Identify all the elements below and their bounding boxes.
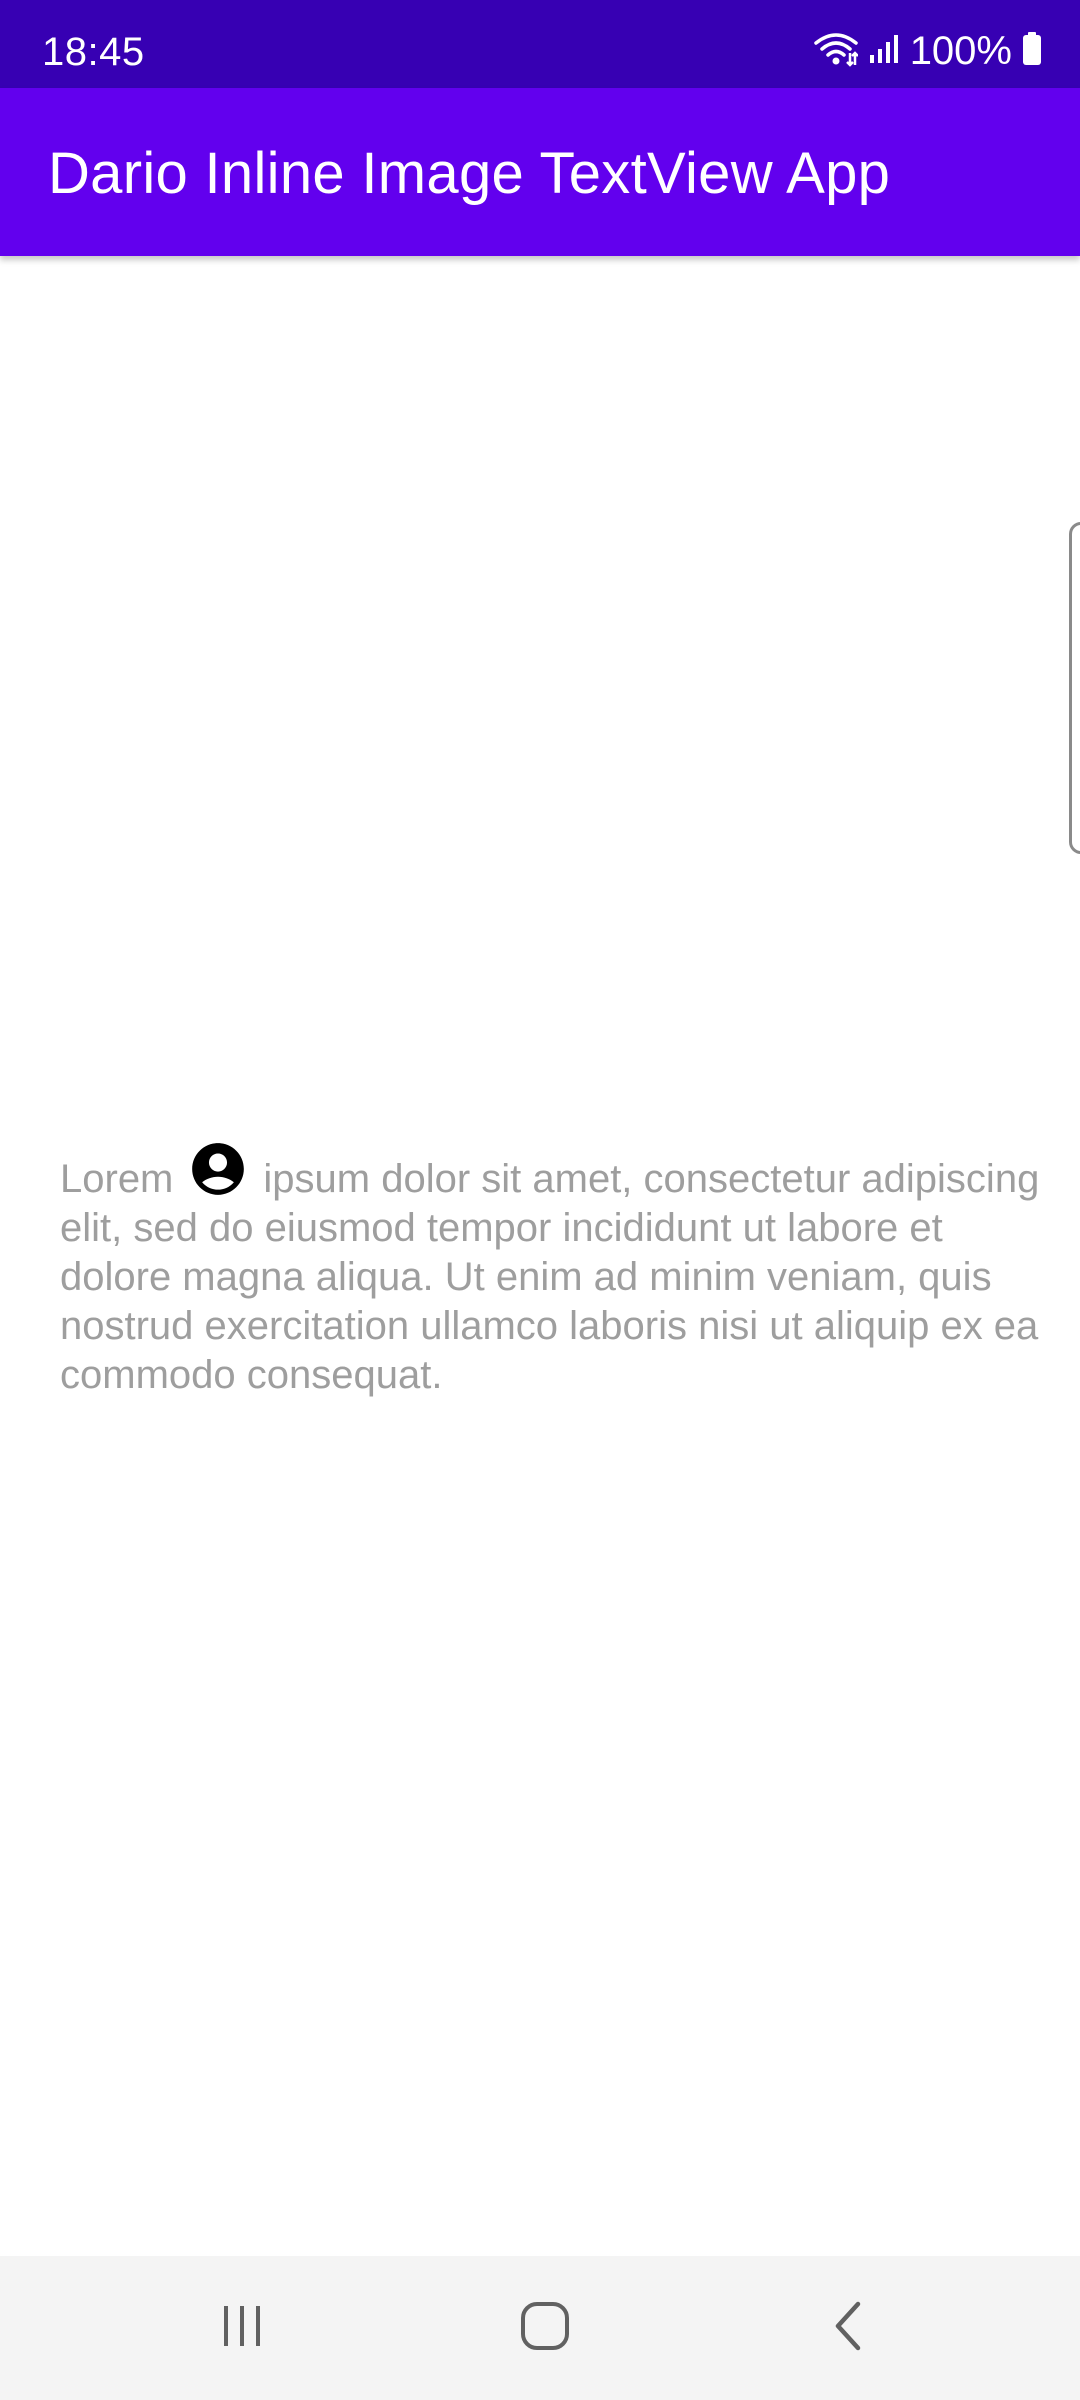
edge-panel-handle[interactable]: [1069, 522, 1080, 854]
app-bar: Dario Inline Image TextView App: [0, 88, 1080, 256]
inline-image-textview: Lorem ipsum dolor sit amet, consectetur …: [60, 1138, 1040, 1400]
recents-button[interactable]: [202, 2292, 282, 2364]
wifi-icon: [813, 31, 859, 72]
back-button[interactable]: [808, 2292, 888, 2364]
app-title: Dario Inline Image TextView App: [48, 141, 891, 206]
text-before-image: Lorem: [60, 1157, 174, 1201]
account-circle-icon: [187, 1138, 249, 1200]
recents-icon: [218, 2302, 266, 2355]
app-screen: 18:45 100% Dario Inline Image TextView A…: [0, 0, 1080, 2400]
battery-icon: [1022, 31, 1042, 71]
home-button[interactable]: [505, 2292, 585, 2364]
status-icons: 100%: [813, 28, 1042, 74]
battery-percent: 100%: [909, 29, 1012, 73]
back-icon: [828, 2300, 868, 2357]
signal-icon: [868, 33, 900, 70]
status-bar: 18:45 100%: [0, 0, 1080, 88]
status-time: 18:45: [42, 30, 145, 74]
home-icon: [519, 2300, 571, 2357]
